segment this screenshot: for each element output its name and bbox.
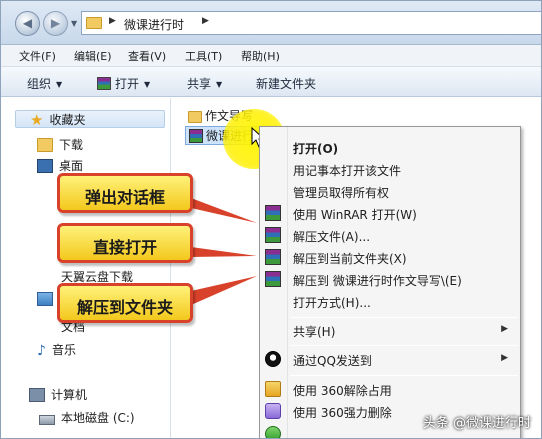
leader-extract-folder — [191, 276, 257, 305]
callout-leaders — [191, 198, 257, 305]
callout-dialog: 弹出对话框 — [57, 173, 193, 213]
callout-text: 弹出对话框 — [84, 188, 165, 207]
explorer-window: ◀ ▶ ▼ ▶ 微课进行时 ▶ 文件(F) 编辑(E) 查看(V) 工具(T) … — [0, 0, 542, 439]
callout-text: 解压到文件夹 — [76, 298, 173, 317]
leader-dialog — [191, 198, 257, 223]
callout-text: 直接打开 — [92, 238, 157, 257]
leader-open-direct — [191, 247, 257, 257]
callout-open-direct: 直接打开 — [57, 223, 193, 263]
watermark: 头条 @微课进行时 — [422, 416, 531, 431]
callout-extract-folder: 解压到文件夹 — [57, 283, 193, 323]
